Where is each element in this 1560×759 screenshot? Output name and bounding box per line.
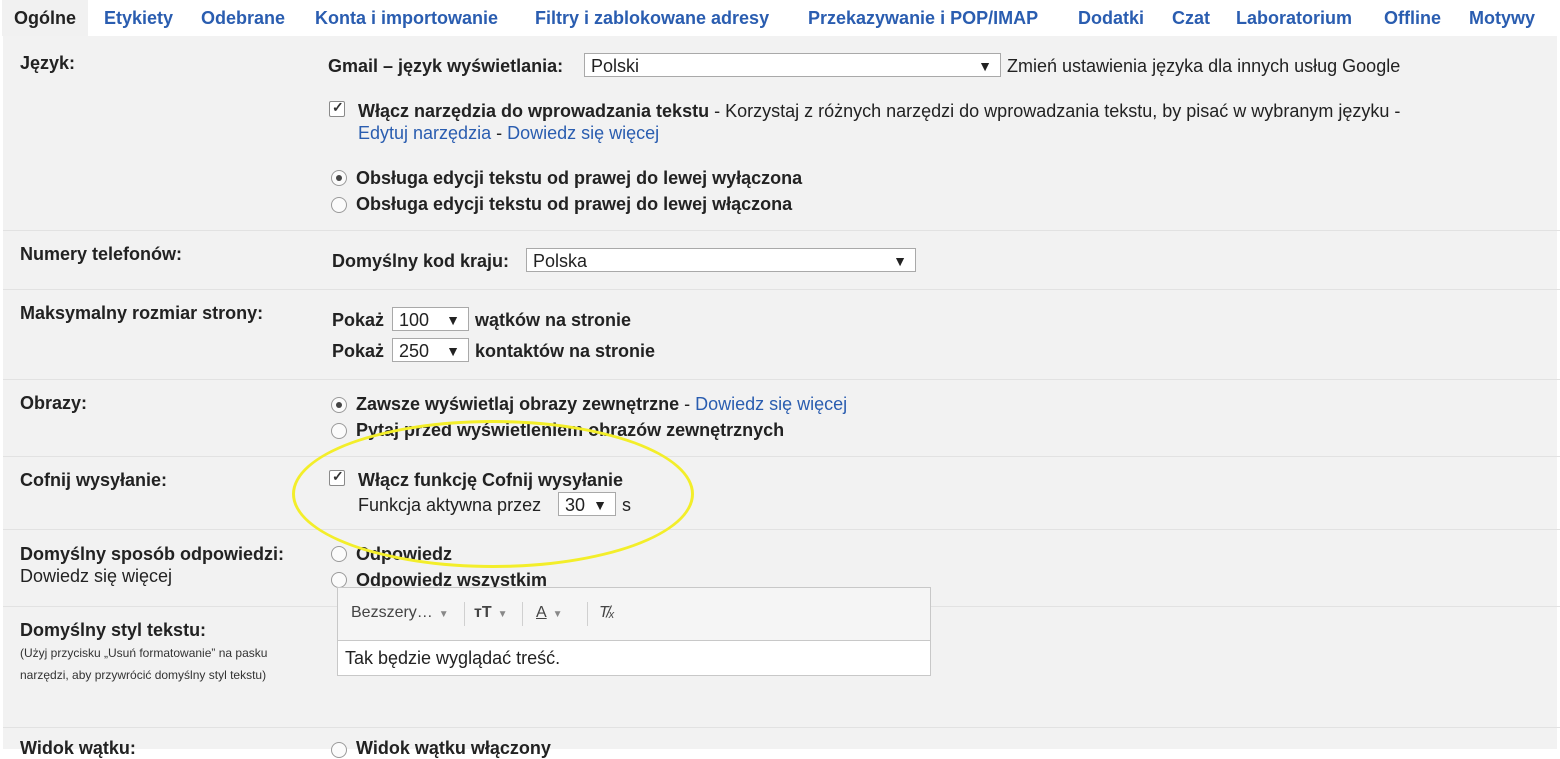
text-size-icon: ᴛT: [474, 604, 492, 621]
tab-offline[interactable]: Offline: [1384, 8, 1441, 29]
images-label: Obrazy:: [20, 393, 88, 413]
rtl-off-radio[interactable]: [331, 170, 347, 186]
language-label: Język:: [20, 53, 76, 73]
input-tools-checkbox[interactable]: ✓: [329, 99, 345, 117]
undo-send-label: Cofnij wysyłanie:: [20, 470, 168, 490]
remove-formatting-button[interactable]: T̸ₓ: [599, 604, 615, 622]
font-size-button[interactable]: ᴛT ▼: [474, 604, 508, 622]
always-show-images-radio[interactable]: [331, 397, 347, 413]
tab-forwarding-pop-imap[interactable]: Przekazywanie i POP/IMAP: [808, 8, 1038, 29]
undo-period-unit: s: [622, 495, 631, 515]
section-divider: [3, 727, 1560, 728]
section-divider: [3, 289, 1560, 290]
country-code-select[interactable]: Polska ▼: [526, 248, 916, 272]
threads-per-page-value: 100: [399, 310, 430, 330]
thread-view-on-radio[interactable]: [331, 742, 347, 758]
tab-labels[interactable]: Etykiety: [104, 8, 173, 29]
section-divider: [3, 230, 1560, 231]
section-divider: [3, 529, 1560, 530]
tab-chat[interactable]: Czat: [1172, 8, 1210, 29]
contacts-per-page-value: 250: [399, 341, 430, 361]
checkmark-icon: ✓: [332, 99, 344, 115]
language-learn-more-link[interactable]: Dowiedz się więcej: [507, 123, 659, 143]
settings-tabs: Ogólne Etykiety Odebrane Konta i importo…: [0, 0, 1560, 36]
undo-period-value: 30: [565, 495, 586, 515]
contacts-per-page-select[interactable]: 250 ▼: [392, 338, 469, 362]
display-language-select[interactable]: Polski ▼: [584, 53, 1001, 77]
reply-all-radio[interactable]: [331, 572, 347, 588]
threads-per-page-select[interactable]: 100 ▼: [392, 307, 469, 331]
chevron-down-icon: ▼: [552, 609, 563, 620]
dropdown-arrow-icon: ▼: [593, 497, 607, 513]
tab-accounts-import[interactable]: Konta i importowanie: [315, 8, 498, 29]
toolbar-divider: [464, 602, 465, 626]
clear-formatting-icon: T̸ₓ: [599, 604, 615, 621]
display-language-label: Gmail – język wyświetlania:: [328, 56, 564, 76]
toolbar-divider: [522, 602, 523, 626]
tab-filters[interactable]: Filtry i zablokowane adresy: [535, 8, 769, 29]
display-language-value: Polski: [591, 56, 640, 76]
contacts-per-page-label: kontaktów na stronie: [475, 341, 656, 361]
formatting-toolbar: Bezszery… ▼ ᴛT ▼ A ▼ T̸ₓ: [338, 588, 930, 641]
checkmark-icon: ✓: [332, 468, 344, 484]
link-separator: -: [679, 394, 696, 414]
rtl-on-radio[interactable]: [331, 197, 347, 213]
text-style-hint-line2: narzędzi, aby przywrócić domyślny styl t…: [20, 668, 267, 682]
ask-before-images-label: Pytaj przed wyświetleniem obrazów zewnęt…: [356, 420, 785, 440]
undo-send-checkbox[interactable]: ✓: [329, 468, 345, 486]
text-style-editor: Bezszery… ▼ ᴛT ▼ A ▼ T̸ₓ Tak będzie wygląda…: [337, 587, 931, 676]
section-divider: [3, 456, 1560, 457]
dropdown-arrow-icon: ▼: [978, 58, 992, 74]
edit-tools-link[interactable]: Edytuj narzędzia: [358, 123, 491, 143]
reply-learn-more-link[interactable]: Dowiedz się więcej: [20, 566, 172, 587]
tab-general[interactable]: Ogólne: [2, 0, 88, 36]
section-divider: [3, 379, 1560, 380]
phone-numbers-label: Numery telefonów:: [20, 244, 183, 264]
country-code-label: Domyślny kod kraju:: [332, 251, 510, 271]
rtl-on-label: Obsługa edycji tekstu od prawej do lewej…: [356, 194, 793, 214]
text-style-label: Domyślny styl tekstu:: [20, 620, 207, 640]
images-learn-more-link[interactable]: Dowiedz się więcej: [695, 394, 847, 414]
default-reply-label: Domyślny sposób odpowiedzi:: [20, 544, 285, 564]
input-tools-label: Włącz narzędzia do wprowadzania tekstu: [358, 101, 710, 121]
tab-addons[interactable]: Dodatki: [1078, 8, 1144, 29]
show-label: Pokaż: [332, 310, 385, 330]
text-style-hint-line1: (Użyj przycisku „Usuń formatowanie” na p…: [20, 646, 268, 660]
tab-inbox[interactable]: Odebrane: [201, 8, 285, 29]
change-language-link[interactable]: Zmień ustawienia języka dla innych usług…: [1007, 56, 1400, 77]
dropdown-arrow-icon: ▼: [446, 312, 460, 328]
text-color-button[interactable]: A ▼: [536, 604, 563, 622]
text-style-preview: Tak będzie wyglądać treść.: [345, 648, 561, 668]
dropdown-arrow-icon: ▼: [446, 343, 460, 359]
always-show-images-label: Zawsze wyświetlaj obrazy zewnętrzne: [356, 394, 680, 414]
text-color-icon: A: [536, 604, 547, 621]
chevron-down-icon: ▼: [438, 609, 449, 620]
undo-period-label: Funkcja aktywna przez: [358, 495, 542, 515]
tab-themes[interactable]: Motywy: [1469, 8, 1535, 29]
dropdown-arrow-icon: ▼: [893, 253, 907, 269]
font-family-value: Bezszery…: [351, 604, 433, 621]
reply-option-label: Odpowiedz: [356, 544, 452, 564]
font-family-button[interactable]: Bezszery… ▼: [351, 604, 449, 622]
ask-before-images-radio[interactable]: [331, 423, 347, 439]
show-label: Pokaż: [332, 341, 385, 361]
link-separator: -: [491, 123, 508, 143]
threads-per-page-label: wątków na stronie: [475, 310, 632, 330]
undo-period-select[interactable]: 30 ▼: [558, 492, 616, 516]
country-code-value: Polska: [533, 251, 588, 271]
undo-send-enable-label: Włącz funkcję Cofnij wysyłanie: [358, 470, 624, 490]
toolbar-divider: [587, 602, 588, 626]
tab-labs[interactable]: Laboratorium: [1236, 8, 1352, 29]
chevron-down-icon: ▼: [497, 609, 508, 620]
rtl-off-label: Obsługa edycji tekstu od prawej do lewej…: [356, 168, 803, 188]
page-size-label: Maksymalny rozmiar strony:: [20, 303, 264, 323]
input-tools-description: - Korzystaj z różnych narzędzi do wprowa…: [709, 101, 1401, 121]
reply-radio[interactable]: [331, 546, 347, 562]
